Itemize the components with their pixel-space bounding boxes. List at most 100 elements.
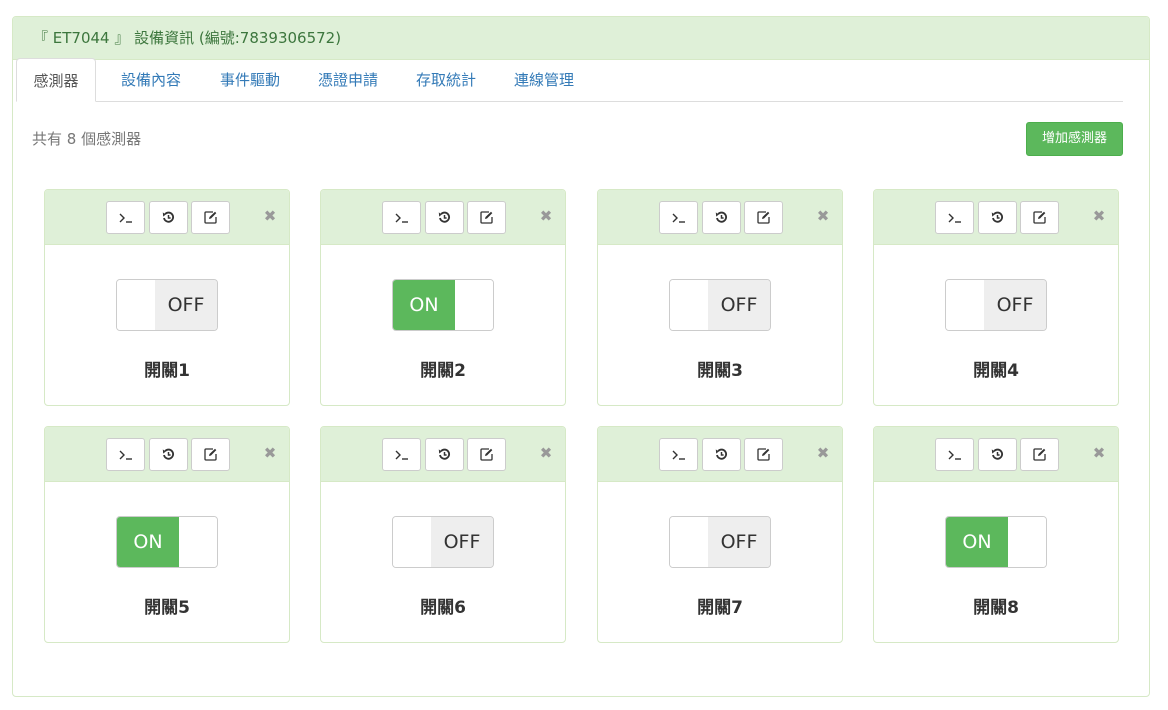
sensor-name: 開關3 <box>697 361 743 381</box>
history-button[interactable] <box>702 438 741 471</box>
sensor-name: 開關4 <box>973 361 1019 381</box>
terminal-icon <box>672 213 686 223</box>
history-button[interactable] <box>425 201 464 234</box>
terminal-button[interactable] <box>382 438 421 471</box>
switch-handle <box>393 517 431 567</box>
history-button[interactable] <box>425 438 464 471</box>
edit-button[interactable] <box>1020 201 1059 234</box>
switch-handle <box>946 280 984 330</box>
sensor-toggle-switch[interactable]: OFF <box>669 516 771 568</box>
switch-state-label: OFF <box>431 517 493 567</box>
close-icon[interactable]: ✖ <box>263 206 277 226</box>
switch-state-label: OFF <box>708 517 770 567</box>
add-sensor-button[interactable]: 增加感測器 <box>1026 122 1123 156</box>
sensor-toggle-switch[interactable]: OFF <box>945 279 1047 331</box>
tab-certificate[interactable]: 憑證申請 <box>308 58 388 102</box>
sensor-name: 開關5 <box>144 598 190 618</box>
tab-access-stats[interactable]: 存取統計 <box>406 58 486 102</box>
switch-state-label: OFF <box>984 280 1046 330</box>
edit-icon <box>480 211 493 224</box>
edit-icon <box>1033 448 1046 461</box>
terminal-icon <box>395 450 409 460</box>
history-icon <box>715 448 728 461</box>
panel-title: 『 ET7044 』 設備資訊 (編號:7839306572) <box>13 17 1149 60</box>
sensor-name: 開關2 <box>420 361 466 381</box>
sensor-toggle-switch[interactable]: OFF <box>669 279 771 331</box>
switch-state-label: ON <box>393 280 455 330</box>
history-button[interactable] <box>149 438 188 471</box>
sensor-toggle-switch[interactable]: ON <box>116 516 218 568</box>
history-button[interactable] <box>149 201 188 234</box>
edit-icon <box>204 211 217 224</box>
terminal-icon <box>119 450 133 460</box>
edit-button[interactable] <box>744 438 783 471</box>
sensor-card: ✖ OFF 開關1 <box>44 189 290 406</box>
sensor-name: 開關7 <box>697 598 743 618</box>
tab-sensors[interactable]: 感測器 <box>16 58 96 102</box>
switch-handle <box>670 280 708 330</box>
sensor-card: ✖ ON 開關2 <box>320 189 566 406</box>
switch-handle <box>117 280 155 330</box>
sensor-card: ✖ OFF 開關6 <box>320 426 566 643</box>
tab-device-content[interactable]: 設備內容 <box>111 58 191 102</box>
switch-state-label: OFF <box>155 280 217 330</box>
sensor-card-header: ✖ <box>45 190 289 245</box>
terminal-button[interactable] <box>106 438 145 471</box>
switch-handle <box>455 280 493 330</box>
terminal-button[interactable] <box>659 201 698 234</box>
tab-connection[interactable]: 連線管理 <box>504 58 584 102</box>
sensor-card-header: ✖ <box>874 190 1118 245</box>
sensor-toggle-switch[interactable]: OFF <box>116 279 218 331</box>
sensor-card: ✖ OFF 開關4 <box>873 189 1119 406</box>
terminal-icon <box>948 450 962 460</box>
sensor-card: ✖ ON 開關8 <box>873 426 1119 643</box>
sensor-toggle-switch[interactable]: ON <box>392 279 494 331</box>
history-button[interactable] <box>702 201 741 234</box>
sensor-name: 開關1 <box>144 361 190 381</box>
history-icon <box>162 211 175 224</box>
close-icon[interactable]: ✖ <box>539 206 553 226</box>
history-icon <box>991 448 1004 461</box>
sensor-card-header: ✖ <box>598 190 842 245</box>
edit-button[interactable] <box>1020 438 1059 471</box>
history-icon <box>438 448 451 461</box>
close-icon[interactable]: ✖ <box>1092 443 1106 463</box>
terminal-button[interactable] <box>935 438 974 471</box>
edit-button[interactable] <box>191 438 230 471</box>
sensor-toggle-switch[interactable]: ON <box>945 516 1047 568</box>
sensor-card: ✖ ON 開關5 <box>44 426 290 643</box>
edit-button[interactable] <box>467 201 506 234</box>
sensor-name: 開關8 <box>973 598 1019 618</box>
tab-event-driven[interactable]: 事件驅動 <box>210 58 290 102</box>
terminal-button[interactable] <box>659 438 698 471</box>
close-icon[interactable]: ✖ <box>263 443 277 463</box>
close-icon[interactable]: ✖ <box>1092 206 1106 226</box>
terminal-icon <box>672 450 686 460</box>
terminal-icon <box>395 213 409 223</box>
switch-state-label: ON <box>117 517 179 567</box>
sensor-card-header: ✖ <box>321 427 565 482</box>
terminal-icon <box>948 213 962 223</box>
switch-state-label: OFF <box>708 280 770 330</box>
switch-state-label: ON <box>946 517 1008 567</box>
edit-button[interactable] <box>467 438 506 471</box>
sensor-card: ✖ OFF 開關7 <box>597 426 843 643</box>
close-icon[interactable]: ✖ <box>816 206 830 226</box>
edit-icon <box>1033 211 1046 224</box>
close-icon[interactable]: ✖ <box>816 443 830 463</box>
sensor-toggle-switch[interactable]: OFF <box>392 516 494 568</box>
sensor-card-header: ✖ <box>45 427 289 482</box>
sensor-card-header: ✖ <box>874 427 1118 482</box>
terminal-button[interactable] <box>935 201 974 234</box>
terminal-button[interactable] <box>106 201 145 234</box>
terminal-button[interactable] <box>382 201 421 234</box>
history-button[interactable] <box>978 201 1017 234</box>
history-button[interactable] <box>978 438 1017 471</box>
edit-icon <box>480 448 493 461</box>
edit-button[interactable] <box>191 201 230 234</box>
sensor-card: ✖ OFF 開關3 <box>597 189 843 406</box>
switch-handle <box>670 517 708 567</box>
edit-button[interactable] <box>744 201 783 234</box>
sensor-card-header: ✖ <box>598 427 842 482</box>
close-icon[interactable]: ✖ <box>539 443 553 463</box>
